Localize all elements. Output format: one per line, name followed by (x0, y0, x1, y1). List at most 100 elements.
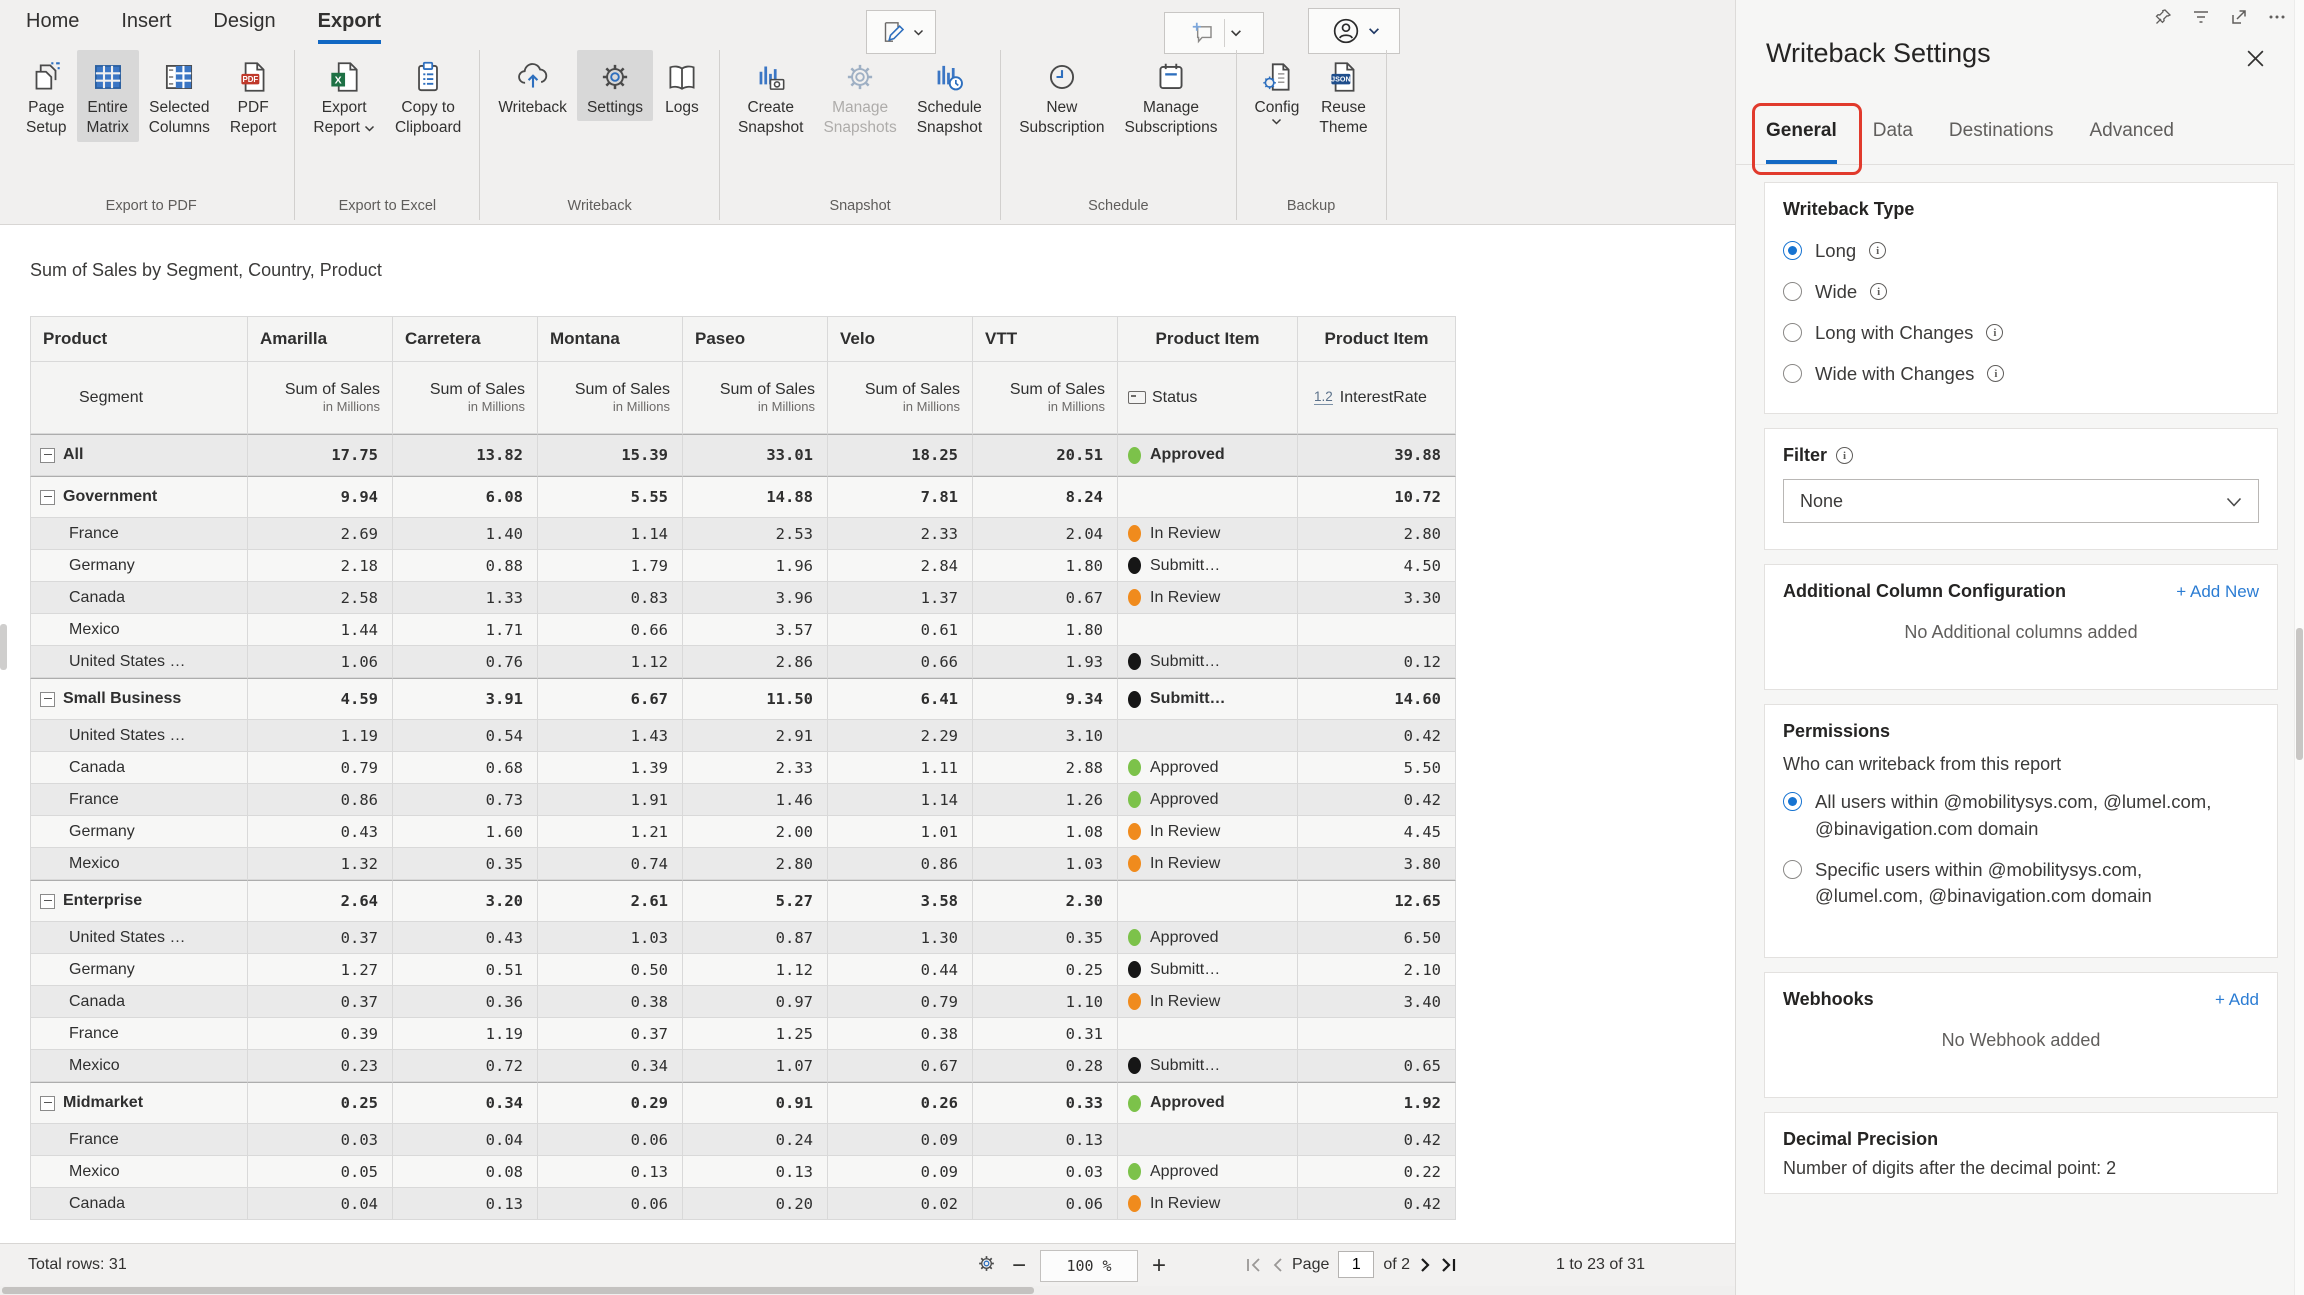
matrix-row-header-canada[interactable]: Canada (30, 1188, 248, 1220)
matrix-value-cell[interactable]: 0.06 (538, 1124, 683, 1156)
matrix-value-cell[interactable]: 0.28 (973, 1050, 1118, 1082)
matrix-value-cell[interactable]: 0.66 (828, 646, 973, 678)
matrix-value-cell[interactable]: 3.58 (828, 880, 973, 922)
matrix-value-cell[interactable]: 0.66 (538, 614, 683, 646)
matrix-row-header-france[interactable]: France (30, 784, 248, 816)
vertical-scrollbar-thumb[interactable] (2296, 628, 2303, 760)
matrix-row-header-mexico[interactable]: Mexico (30, 1156, 248, 1188)
matrix-value-cell[interactable]: 1.46 (683, 784, 828, 816)
matrix-value-cell[interactable]: 0.13 (683, 1156, 828, 1188)
ribbon-button-page-setup[interactable]: PageSetup (16, 50, 77, 142)
writeback-type-option-wide[interactable]: Wide (1783, 271, 2259, 312)
matrix-value-cell[interactable]: 2.69 (248, 518, 393, 550)
matrix-value-cell[interactable]: 1.01 (828, 816, 973, 848)
matrix-value-cell[interactable]: 2.80 (683, 848, 828, 880)
matrix-value-cell[interactable]: 0.54 (393, 720, 538, 752)
matrix-status-cell[interactable]: Submitt… (1118, 550, 1298, 582)
matrix-value-cell[interactable]: 0.24 (683, 1124, 828, 1156)
matrix-value-cell[interactable]: 0.67 (828, 1050, 973, 1082)
matrix-value-cell[interactable]: 0.50 (538, 954, 683, 986)
matrix-value-cell[interactable]: 1.07 (683, 1050, 828, 1082)
matrix-status-cell[interactable]: In Review (1118, 1188, 1298, 1220)
matrix-value-cell[interactable]: 0.09 (828, 1156, 973, 1188)
matrix-value-cell[interactable]: 1.91 (538, 784, 683, 816)
matrix-value-cell[interactable]: 3.96 (683, 582, 828, 614)
matrix-value-cell[interactable]: 0.39 (248, 1018, 393, 1050)
collapse-icon[interactable] (40, 894, 55, 909)
ribbon-button-selected-columns[interactable]: SelectedColumns (139, 50, 220, 142)
matrix-column-header-carretera[interactable]: Carretera (393, 316, 538, 362)
matrix-value-cell[interactable]: 4.59 (248, 678, 393, 720)
matrix-value-cell[interactable]: 3.10 (973, 720, 1118, 752)
ribbon-tab-home[interactable]: Home (26, 10, 79, 44)
first-page-icon[interactable] (1245, 1257, 1262, 1273)
matrix-status-cell[interactable]: Approved (1118, 1156, 1298, 1188)
collapse-icon[interactable] (40, 1096, 55, 1111)
matrix-value-cell[interactable]: 1.08 (973, 816, 1118, 848)
matrix-value-cell[interactable]: 0.43 (248, 816, 393, 848)
matrix-row-header-france[interactable]: France (30, 1018, 248, 1050)
radio-unselected[interactable] (1783, 364, 1802, 383)
matrix-column-header-product-item[interactable]: Product Item (1298, 316, 1456, 362)
ribbon-button-config[interactable]: Config (1245, 50, 1310, 128)
matrix-value-cell[interactable]: 2.91 (683, 720, 828, 752)
horizontal-scrollbar[interactable] (0, 1286, 1735, 1295)
matrix-column-header-montana[interactable]: Montana (538, 316, 683, 362)
matrix-value-cell[interactable]: 0.06 (538, 1188, 683, 1220)
matrix-column-header-vtt[interactable]: VTT (973, 316, 1118, 362)
matrix-value-cell[interactable]: 9.94 (248, 476, 393, 518)
matrix-row-header-mexico[interactable]: Mexico (30, 1050, 248, 1082)
matrix-value-cell[interactable]: 0.97 (683, 986, 828, 1018)
matrix-value-cell[interactable]: 17.75 (248, 434, 393, 476)
matrix-value-cell[interactable]: 0.37 (248, 922, 393, 954)
matrix-value-cell[interactable]: 0.86 (828, 848, 973, 880)
matrix-value-cell[interactable]: 0.61 (828, 614, 973, 646)
matrix-value-cell[interactable]: 0.23 (248, 1050, 393, 1082)
matrix-value-cell[interactable]: 1.14 (538, 518, 683, 550)
matrix-interestrate-cell[interactable]: 12.65 (1298, 880, 1456, 922)
matrix-row-header-france[interactable]: France (30, 1124, 248, 1156)
matrix-value-cell[interactable]: 1.03 (973, 848, 1118, 880)
matrix-value-cell[interactable]: 6.67 (538, 678, 683, 720)
matrix-value-cell[interactable]: 3.20 (393, 880, 538, 922)
matrix-interestrate-cell[interactable]: 1.92 (1298, 1082, 1456, 1124)
matrix-interestrate-cell[interactable]: 4.45 (1298, 816, 1456, 848)
matrix-value-cell[interactable]: 0.29 (538, 1082, 683, 1124)
matrix-value-cell[interactable]: 1.93 (973, 646, 1118, 678)
matrix-value-cell[interactable]: 7.81 (828, 476, 973, 518)
matrix-value-cell[interactable]: 2.58 (248, 582, 393, 614)
matrix-value-cell[interactable]: 0.34 (393, 1082, 538, 1124)
matrix-value-cell[interactable]: 2.84 (828, 550, 973, 582)
matrix-value-cell[interactable]: 1.12 (538, 646, 683, 678)
matrix-value-cell[interactable]: 8.24 (973, 476, 1118, 518)
matrix-value-cell[interactable]: 0.13 (973, 1124, 1118, 1156)
matrix-value-cell[interactable]: 0.73 (393, 784, 538, 816)
matrix-value-cell[interactable]: 9.34 (973, 678, 1118, 720)
matrix-status-cell[interactable] (1118, 614, 1298, 646)
matrix-measure-header[interactable]: Sum of Salesin Millions (248, 362, 393, 434)
matrix-row-header-united-states[interactable]: United States … (30, 922, 248, 954)
matrix-status-cell[interactable]: Approved (1118, 1082, 1298, 1124)
matrix-interestrate-cell[interactable]: 2.10 (1298, 954, 1456, 986)
matrix-status-cell[interactable]: In Review (1118, 986, 1298, 1018)
matrix-value-cell[interactable]: 2.29 (828, 720, 973, 752)
matrix-status-cell[interactable]: Approved (1118, 784, 1298, 816)
matrix-status-cell[interactable]: Approved (1118, 434, 1298, 476)
matrix-interestrate-cell[interactable]: 5.50 (1298, 752, 1456, 784)
matrix-value-cell[interactable]: 1.80 (973, 550, 1118, 582)
ribbon-tab-export[interactable]: Export (318, 10, 381, 44)
matrix-row-header-midmarket[interactable]: Midmarket (30, 1082, 248, 1124)
matrix-interestrate-cell[interactable]: 0.42 (1298, 1124, 1456, 1156)
matrix-value-cell[interactable]: 2.53 (683, 518, 828, 550)
ribbon-button-new-subscription[interactable]: NewSubscription (1009, 50, 1114, 142)
matrix-row-header-all[interactable]: All (30, 434, 248, 476)
zoom-out-button[interactable]: − (1012, 1254, 1026, 1278)
matrix-row-header-canada[interactable]: Canada (30, 986, 248, 1018)
matrix-value-cell[interactable]: 1.37 (828, 582, 973, 614)
matrix-value-cell[interactable]: 20.51 (973, 434, 1118, 476)
matrix-interestrate-cell[interactable]: 3.40 (1298, 986, 1456, 1018)
matrix-value-cell[interactable]: 0.03 (973, 1156, 1118, 1188)
matrix-value-cell[interactable]: 14.88 (683, 476, 828, 518)
matrix-row-header-mexico[interactable]: Mexico (30, 848, 248, 880)
permissions-option[interactable]: Specific users within @mobilitysys.com, … (1783, 857, 2259, 911)
